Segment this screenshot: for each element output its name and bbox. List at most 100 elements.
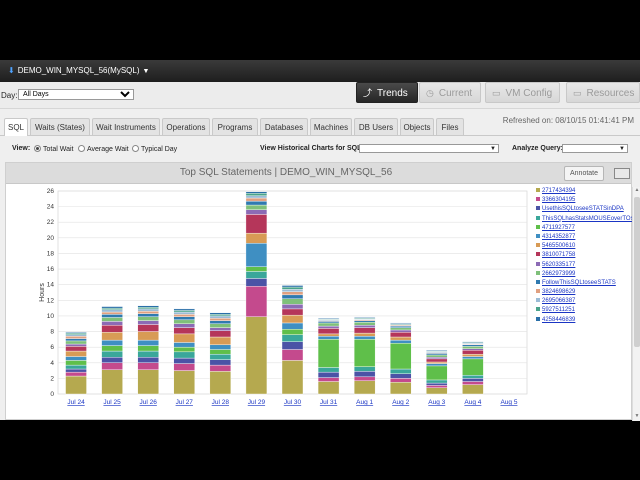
bar-segment[interactable] bbox=[462, 341, 484, 343]
bar-segment[interactable] bbox=[65, 338, 87, 342]
bar-segment[interactable] bbox=[173, 342, 195, 348]
x-tick-label[interactable]: Aug 3 bbox=[428, 399, 445, 406]
bar-segment[interactable] bbox=[245, 195, 268, 199]
x-tick-label[interactable]: Aug 2 bbox=[392, 399, 409, 406]
bar-segment[interactable] bbox=[353, 327, 376, 334]
nav-trends-button[interactable]: ⤴ Trends bbox=[356, 82, 418, 103]
legend-item[interactable]: 2717434394 bbox=[536, 187, 632, 196]
bar-segment[interactable] bbox=[65, 360, 87, 366]
bar-segment[interactable] bbox=[101, 325, 123, 333]
bar-segment[interactable] bbox=[173, 363, 195, 371]
bar-segment[interactable] bbox=[245, 286, 268, 317]
bar-segment[interactable] bbox=[353, 336, 376, 340]
bar-segment[interactable] bbox=[101, 321, 123, 326]
bar-segment[interactable] bbox=[65, 368, 87, 373]
legend-link[interactable]: 2717434394 bbox=[542, 188, 575, 194]
bar-segment[interactable] bbox=[426, 379, 448, 384]
bar-segment[interactable] bbox=[245, 232, 268, 244]
tab-sql[interactable]: SQL bbox=[4, 118, 28, 136]
bar-segment[interactable] bbox=[426, 365, 448, 381]
bar-segment[interactable] bbox=[245, 200, 268, 206]
bar-segment[interactable] bbox=[173, 333, 195, 343]
bar-segment[interactable] bbox=[353, 321, 376, 326]
bar-segment[interactable] bbox=[209, 330, 232, 338]
bar-segment[interactable] bbox=[173, 311, 195, 315]
bar-segment[interactable] bbox=[245, 278, 268, 287]
bar-segment[interactable] bbox=[281, 349, 304, 361]
nav-vm-config-button[interactable]: ▭ VM Config bbox=[485, 82, 560, 103]
bar-segment[interactable] bbox=[462, 356, 484, 360]
bar-segment[interactable] bbox=[101, 311, 123, 315]
bar-segment[interactable] bbox=[101, 369, 123, 395]
legend-item[interactable]: 4711927577 bbox=[536, 224, 632, 233]
bar-segment[interactable] bbox=[426, 363, 448, 367]
bar-segment[interactable] bbox=[281, 322, 304, 330]
bar-segment[interactable] bbox=[137, 316, 159, 321]
legend-item[interactable]: 5927511251 bbox=[536, 306, 632, 315]
bar-segment[interactable] bbox=[209, 314, 232, 317]
legend-item[interactable]: 5620335177 bbox=[536, 261, 632, 270]
bar-segment[interactable] bbox=[137, 357, 159, 363]
bar-segment[interactable] bbox=[353, 320, 376, 323]
radio-average-wait[interactable]: Average Wait bbox=[78, 145, 129, 153]
bar-segment[interactable] bbox=[137, 362, 159, 370]
tab-waits-states[interactable]: Waits (States) bbox=[30, 118, 90, 135]
bar-segment[interactable] bbox=[101, 345, 123, 352]
bar-segment[interactable] bbox=[462, 378, 484, 382]
bar-segment[interactable] bbox=[426, 354, 448, 358]
bar-segment[interactable] bbox=[65, 336, 87, 339]
bar-segment[interactable] bbox=[209, 353, 232, 360]
bar-segment[interactable] bbox=[353, 380, 376, 395]
bar-segment[interactable] bbox=[245, 209, 268, 215]
bar-segment[interactable] bbox=[281, 328, 304, 335]
bar-segment[interactable] bbox=[209, 359, 232, 366]
tab-objects[interactable]: Objects bbox=[400, 118, 434, 135]
x-tick-label[interactable]: Jul 27 bbox=[176, 399, 194, 406]
bar-segment[interactable] bbox=[65, 340, 87, 345]
bar-segment[interactable] bbox=[317, 381, 340, 395]
bar-segment[interactable] bbox=[137, 311, 159, 314]
bar-segment[interactable] bbox=[245, 271, 268, 279]
bar-segment[interactable] bbox=[137, 305, 159, 308]
legend-item[interactable]: 3824698629 bbox=[536, 288, 632, 297]
bar-segment[interactable] bbox=[65, 334, 87, 337]
legend-link[interactable]: 3366304195 bbox=[542, 197, 575, 203]
bar-segment[interactable] bbox=[353, 332, 376, 337]
bar-segment[interactable] bbox=[245, 266, 268, 272]
legend-link[interactable]: 2695066387 bbox=[542, 298, 575, 304]
bar-segment[interactable] bbox=[101, 307, 123, 310]
bar-segment[interactable] bbox=[353, 339, 376, 367]
bar-segment[interactable] bbox=[281, 360, 304, 395]
bar-segment[interactable] bbox=[137, 345, 159, 352]
bar-segment[interactable] bbox=[426, 353, 448, 356]
bar-segment[interactable] bbox=[65, 375, 87, 395]
bar-segment[interactable] bbox=[101, 339, 123, 346]
analyze-query-select[interactable]: ▼ bbox=[562, 144, 628, 153]
bar-segment[interactable] bbox=[101, 362, 123, 370]
bar-segment[interactable] bbox=[390, 322, 412, 324]
x-tick-label[interactable]: Jul 25 bbox=[103, 399, 121, 406]
bar-segment[interactable] bbox=[317, 371, 340, 378]
scroll-down-icon[interactable]: ▼ bbox=[633, 413, 640, 421]
bar-segment[interactable] bbox=[245, 191, 268, 194]
bar-segment[interactable] bbox=[137, 307, 159, 310]
bar-segment[interactable] bbox=[245, 197, 268, 202]
bar-segment[interactable] bbox=[173, 314, 195, 317]
bar-segment[interactable] bbox=[426, 385, 448, 388]
bar-segment[interactable] bbox=[317, 333, 340, 337]
legend-link[interactable]: 4314352877 bbox=[542, 234, 575, 240]
legend-link[interactable]: 5620335177 bbox=[542, 262, 575, 268]
bar-segment[interactable] bbox=[209, 364, 232, 372]
bar-segment[interactable] bbox=[462, 358, 484, 376]
bar-segment[interactable] bbox=[426, 357, 448, 360]
bar-segment[interactable] bbox=[209, 323, 232, 328]
bar-segment[interactable] bbox=[65, 356, 87, 361]
bar-segment[interactable] bbox=[426, 350, 448, 352]
bar-segment[interactable] bbox=[209, 349, 232, 355]
bar-segment[interactable] bbox=[65, 364, 87, 370]
bar-segment[interactable] bbox=[462, 346, 484, 349]
bar-segment[interactable] bbox=[137, 308, 159, 312]
bar-segment[interactable] bbox=[426, 387, 448, 395]
bar-segment[interactable] bbox=[390, 325, 412, 328]
bar-segment[interactable] bbox=[462, 348, 484, 351]
